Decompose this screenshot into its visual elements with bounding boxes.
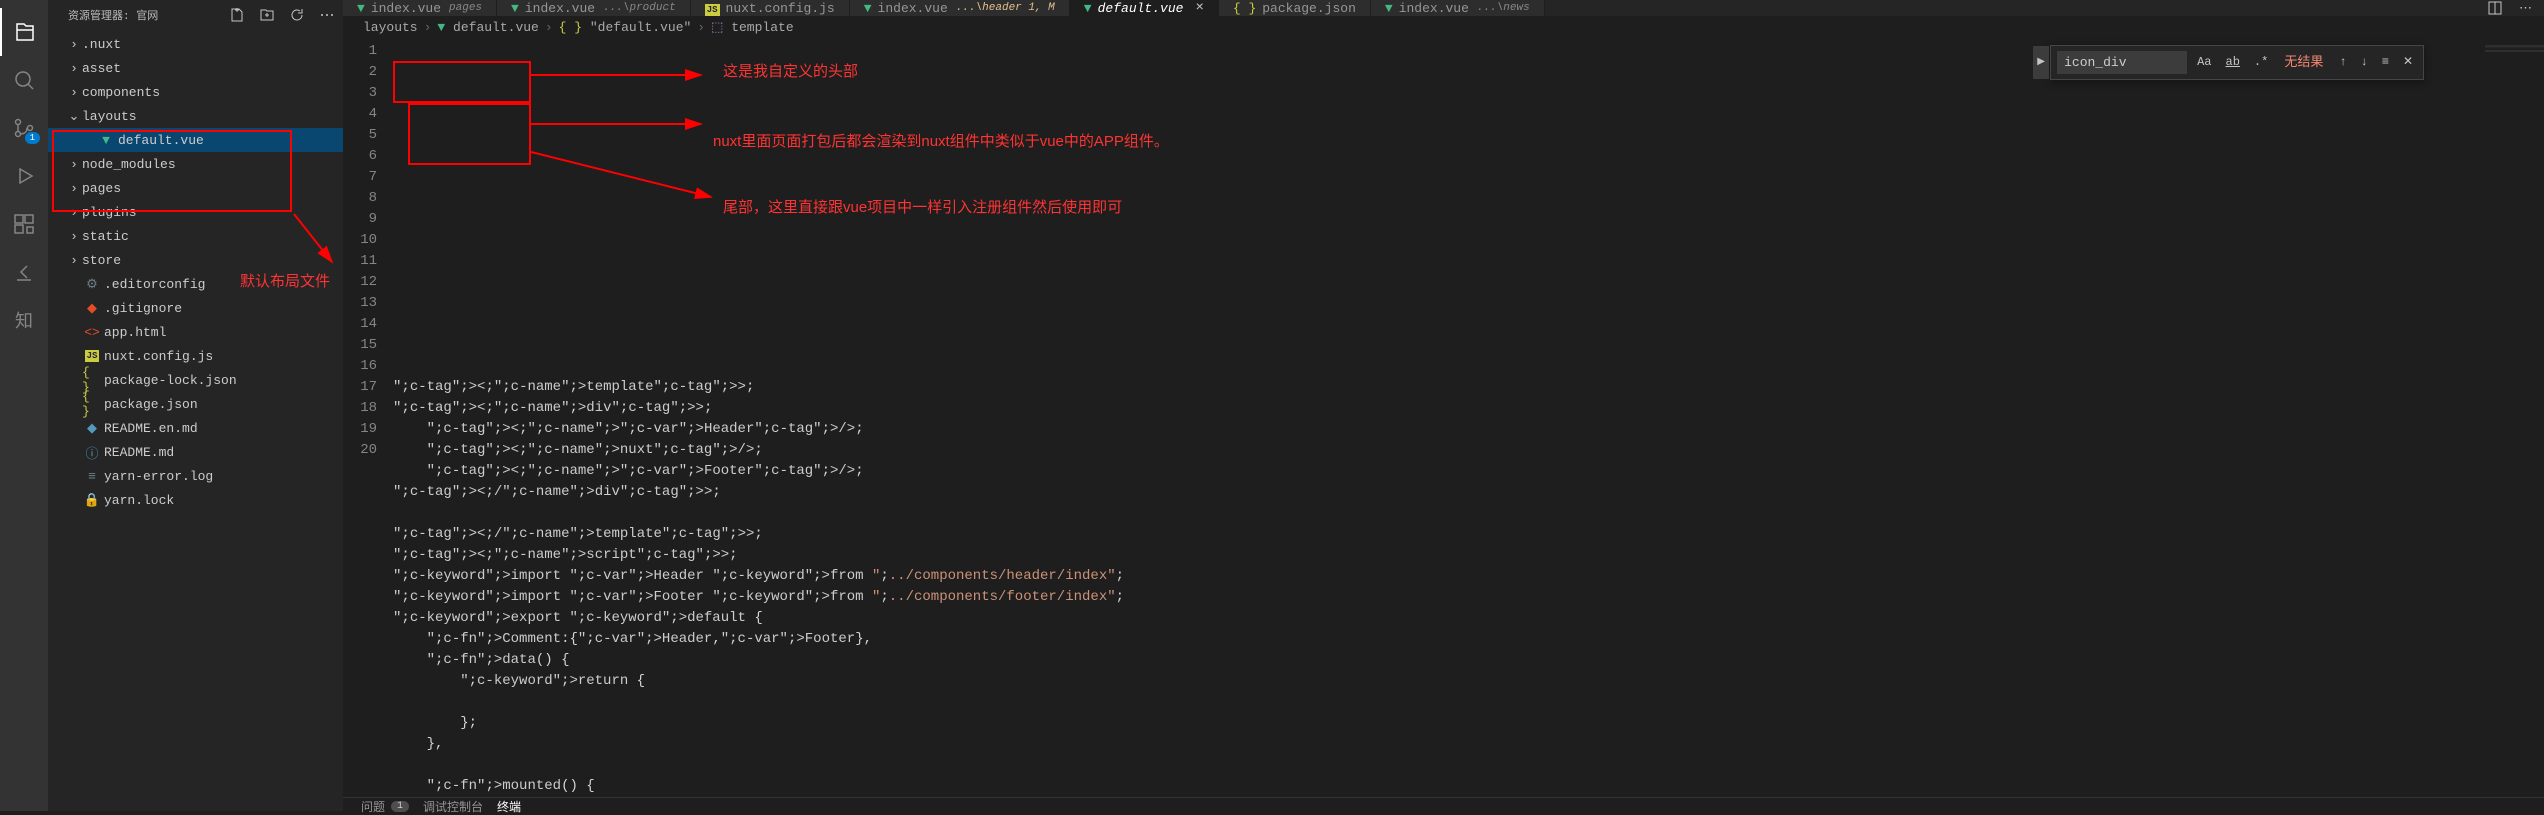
search-icon[interactable] — [0, 56, 48, 104]
annotation-box-nuxt-footer — [408, 103, 531, 165]
new-file-icon[interactable] — [229, 7, 245, 23]
debug-console-tab[interactable]: 调试控制台 — [423, 798, 483, 815]
find-selection-icon[interactable]: ≡ — [2378, 50, 2393, 75]
minimap[interactable] — [2484, 39, 2544, 797]
arrow-header — [531, 65, 711, 85]
file-item[interactable]: ◆.gitignore — [48, 296, 343, 320]
folder-item[interactable]: ›node_modules — [48, 152, 343, 176]
annotation-layout-label: 默认布局文件 — [240, 270, 330, 291]
js-icon: JS — [705, 1, 720, 16]
vue-icon: ▼ — [864, 1, 872, 16]
arrow-footer — [531, 147, 721, 207]
annotation-box-div-header — [393, 61, 531, 103]
scm-badge: 1 — [25, 132, 40, 144]
terminal-tab[interactable]: 终端 — [497, 798, 521, 815]
breadcrumb-item[interactable]: { } "default.vue" — [559, 20, 692, 35]
file-item[interactable]: 🔒yarn.lock — [48, 488, 343, 512]
more-icon[interactable]: ⋯ — [2519, 1, 2532, 16]
close-icon[interactable]: × — [1195, 0, 1203, 16]
zhihu-icon[interactable]: 知 — [0, 296, 48, 344]
annotation-nuxt: nuxt里面页面打包后都会渲染到nuxt组件中类似于vue中的APP组件。 — [713, 131, 1169, 152]
find-widget: ▶ Aa ab .* 无结果 ↑ ↓ ≡ ✕ — [2050, 45, 2424, 80]
tab[interactable]: ▼default.vue× — [1070, 0, 1219, 16]
code-content[interactable]: ▶ Aa ab .* 无结果 ↑ ↓ ≡ ✕ 这是我自定义的头部 nuxt里面页… — [393, 39, 2484, 797]
file-item[interactable]: ▼default.vue — [48, 128, 343, 152]
problems-count: 1 — [391, 801, 409, 812]
folder-item[interactable]: ›store — [48, 248, 343, 272]
tab-bar: ▼index.vuepages▼index.vue...\productJSnu… — [343, 0, 2544, 16]
find-input[interactable] — [2057, 51, 2187, 74]
split-editor-icon[interactable] — [2487, 0, 2503, 16]
annotation-footer: 尾部，这里直接跟vue项目中一样引入注册组件然后使用即可 — [723, 197, 1122, 218]
sidebar-title: 资源管理器: 官网 — [68, 7, 158, 23]
breadcrumb-item[interactable]: ⬚ template — [711, 20, 794, 35]
refresh-icon[interactable] — [289, 7, 305, 23]
json-icon: { } — [1233, 1, 1256, 16]
tab[interactable]: JSnuxt.config.js — [691, 0, 850, 16]
file-item[interactable]: <>app.html — [48, 320, 343, 344]
folder-item[interactable]: ›static — [48, 224, 343, 248]
back-icon[interactable] — [0, 248, 48, 296]
folder-item[interactable]: ⌄layouts — [48, 104, 343, 128]
source-control-icon[interactable]: 1 — [0, 104, 48, 152]
find-close-icon[interactable]: ✕ — [2399, 50, 2417, 75]
vue-icon: ▼ — [357, 1, 365, 16]
breadcrumb-item[interactable]: layouts — [363, 20, 418, 35]
tab[interactable]: ▼index.vue...\product — [497, 0, 691, 16]
match-word-icon[interactable]: ab — [2222, 50, 2244, 75]
file-item[interactable]: ◆README.en.md — [48, 416, 343, 440]
sidebar: 资源管理器: 官网 ›.nuxt›asset›components⌄layout… — [48, 0, 343, 811]
vue-icon: ▼ — [1385, 1, 1393, 16]
tab[interactable]: { }package.json — [1219, 0, 1371, 16]
tab[interactable]: ▼index.vue...\header 1, M — [850, 0, 1070, 16]
annotation-header: 这是我自定义的头部 — [723, 61, 858, 82]
folder-item[interactable]: ›pages — [48, 176, 343, 200]
folder-item[interactable]: ›.nuxt — [48, 32, 343, 56]
tab[interactable]: ▼index.vuepages — [343, 0, 497, 16]
match-case-icon[interactable]: Aa — [2193, 50, 2215, 75]
line-gutter: 1234567891011121314151617181920 — [343, 39, 393, 797]
sidebar-header: 资源管理器: 官网 — [48, 0, 343, 30]
tab[interactable]: ▼index.vue...\news — [1371, 0, 1545, 16]
problems-tab[interactable]: 问题 1 — [361, 798, 409, 815]
new-folder-icon[interactable] — [259, 7, 275, 23]
find-prev-icon[interactable]: ↑ — [2335, 50, 2350, 75]
extensions-icon[interactable] — [0, 200, 48, 248]
vue-icon: ▼ — [511, 1, 519, 16]
main-area: ▼index.vuepages▼index.vue...\productJSnu… — [343, 0, 2544, 811]
vue-icon: ▼ — [1084, 1, 1092, 16]
folder-item[interactable]: ›components — [48, 80, 343, 104]
breadcrumb-item[interactable]: ▼ default.vue — [437, 20, 538, 35]
find-result: 无结果 — [2284, 52, 2323, 73]
editor[interactable]: 1234567891011121314151617181920 ▶ Aa ab … — [343, 39, 2544, 797]
breadcrumb[interactable]: layouts›▼ default.vue›{ } "default.vue"›… — [343, 16, 2544, 39]
find-next-icon[interactable]: ↓ — [2357, 50, 2372, 75]
collapse-icon[interactable] — [319, 7, 335, 23]
explorer-icon[interactable] — [0, 8, 48, 56]
file-item[interactable]: ⓘREADME.md — [48, 440, 343, 464]
file-item[interactable]: ≡yarn-error.log — [48, 464, 343, 488]
file-tree: ›.nuxt›asset›components⌄layouts▼default.… — [48, 30, 343, 811]
regex-icon[interactable]: .* — [2250, 50, 2272, 75]
folder-item[interactable]: ›asset — [48, 56, 343, 80]
activity-bar: 1 知 — [0, 0, 48, 811]
bottom-panel: 问题 1 调试控制台 终端 — [343, 797, 2544, 815]
folder-item[interactable]: ›plugins — [48, 200, 343, 224]
find-expand-icon[interactable]: ▶ — [2033, 46, 2049, 79]
file-item[interactable]: { }package.json — [48, 392, 343, 416]
arrow-nuxt — [531, 114, 711, 134]
debug-icon[interactable] — [0, 152, 48, 200]
